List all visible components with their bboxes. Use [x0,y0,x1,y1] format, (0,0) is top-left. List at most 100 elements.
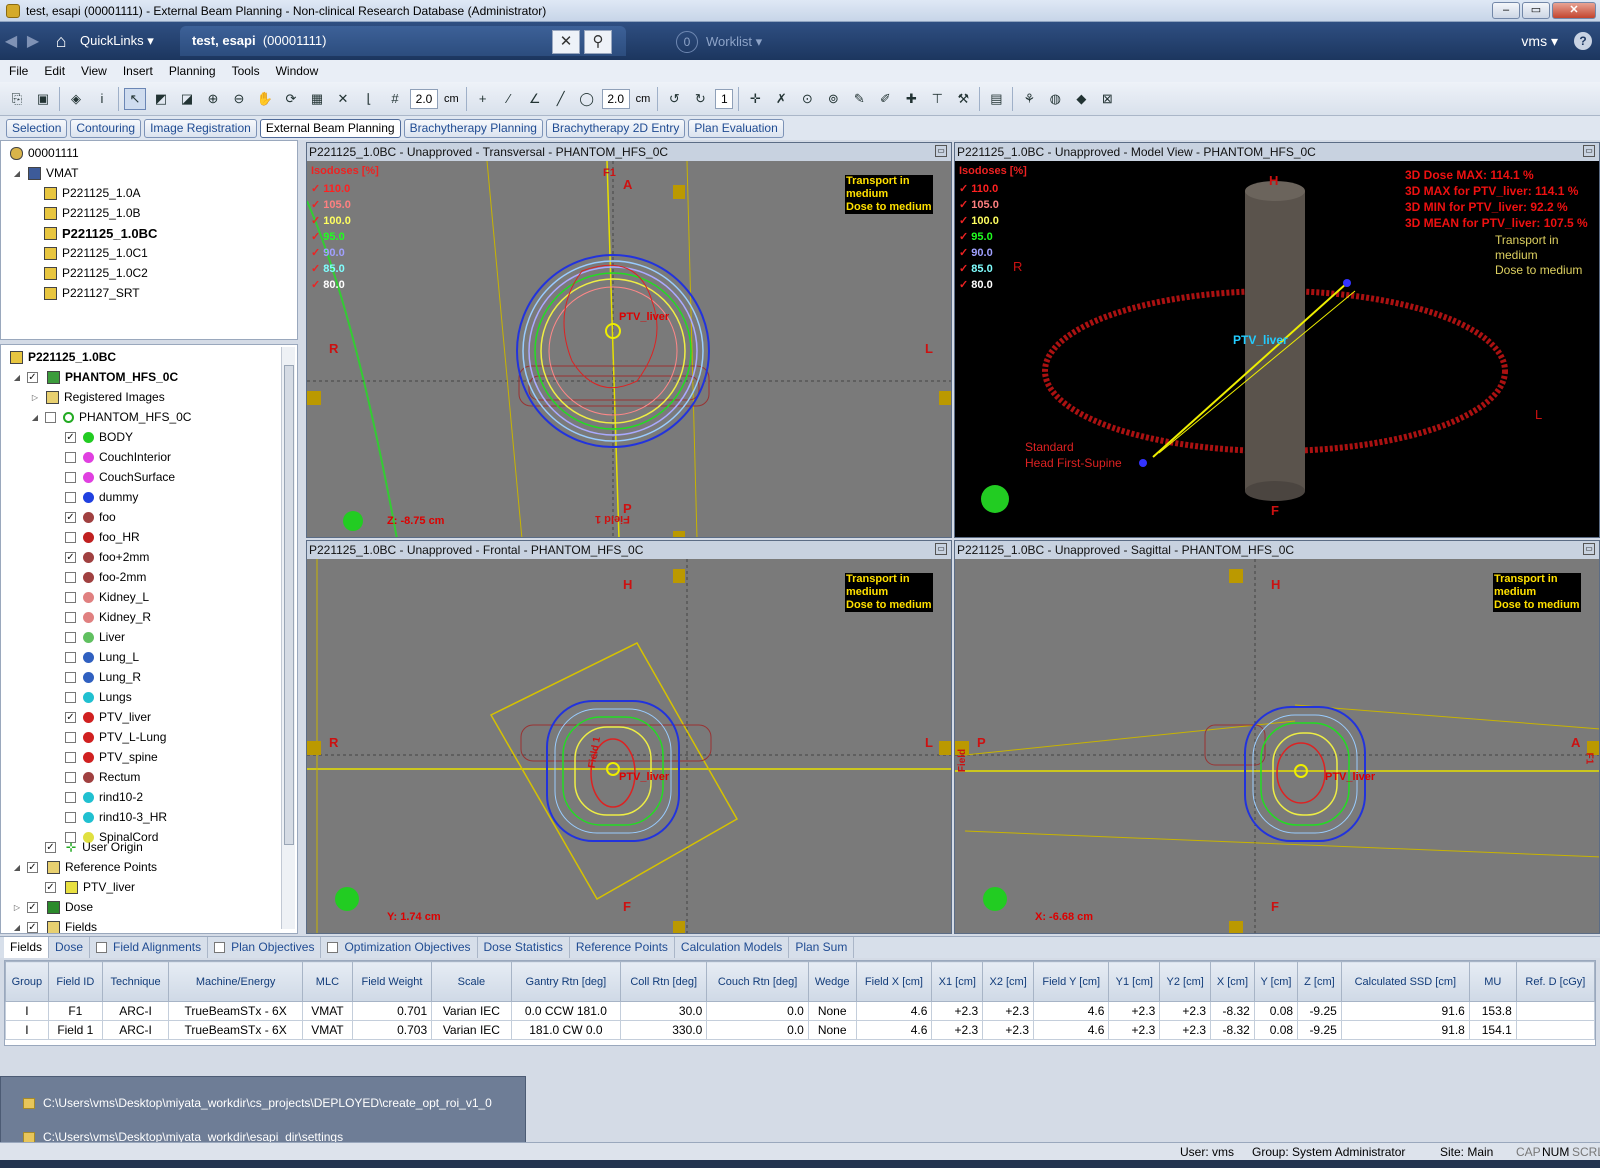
task-contouring[interactable]: Contouring [70,118,142,138]
crosshair-icon[interactable]: ✕ [332,88,354,110]
sagittal-view[interactable]: P221125_1.0BC - Unapproved - Sagittal - … [954,540,1600,934]
maximize-view-icon[interactable]: ▭ [1583,145,1595,157]
structure-checkbox[interactable] [65,451,76,463]
tree-plan-item[interactable]: P221125_1.0B [39,203,141,223]
menu-insert[interactable]: Insert [123,64,153,78]
structure-item[interactable]: ✓ foo+2mm [61,547,149,567]
tab-checkbox[interactable] [214,942,226,953]
structure-set-checkbox[interactable] [45,411,56,423]
quicklinks-menu[interactable]: QuickLinks ▾ [80,33,154,49]
structure-checkbox[interactable] [65,811,76,823]
column-header[interactable]: MLC [302,961,353,1002]
task-plan-evaluation[interactable]: Plan Evaluation [688,118,784,138]
worklist[interactable]: 0 Worklist ▾ [676,31,762,53]
column-header[interactable]: Technique [101,961,170,1002]
structure-item[interactable]: Lung_L [61,647,139,667]
structure-checkbox[interactable] [65,591,76,603]
globe-icon[interactable]: ◍ [1044,88,1066,110]
back-arrow-icon[interactable]: ◀ [0,31,22,51]
task-image-registration[interactable]: Image Registration [144,118,257,138]
structure-item[interactable]: CouchSurface [61,467,175,487]
distance-icon[interactable]: ╱ [550,88,572,110]
field-edit-icon[interactable]: ✎ [848,88,870,110]
tree-course[interactable]: ◢ VMAT [11,163,79,183]
close-window-button[interactable]: ✕ [1552,2,1596,19]
tab-checkbox[interactable] [327,942,339,953]
structure-checkbox[interactable]: ✓ [65,711,76,723]
gantry-icon[interactable]: ⊙ [796,88,818,110]
structure-checkbox[interactable] [65,631,76,643]
column-header[interactable]: Calculated SSD [cm] [1340,961,1470,1002]
column-header[interactable]: Wedge [807,961,857,1002]
grid-size-input[interactable]: 2.0 [410,88,438,109]
angle-icon[interactable]: ∠ [524,88,546,110]
tree-fields[interactable]: ◢ ✓ Fields [11,917,97,933]
patient-tab[interactable]: test, esapi (00001111) ✕ ⚲ [180,26,626,56]
tree-registered-images[interactable]: ▷ Registered Images [29,387,165,407]
forward-arrow-icon[interactable]: ▶ [22,31,44,51]
structure-checkbox[interactable] [65,651,76,663]
dose-checkbox[interactable]: ✓ [27,901,38,913]
tree-plan-item[interactable]: P221125_1.0C2 [39,263,148,283]
structure-checkbox[interactable] [65,731,76,743]
menu-tools[interactable]: Tools [232,64,260,78]
structure-item[interactable]: dummy [61,487,138,507]
recent-path-item[interactable]: C:\Users\vms\Desktop\miyata_workdir\cs_p… [23,1093,492,1113]
column-header[interactable]: Z [cm] [1297,961,1342,1002]
maximize-view-icon[interactable]: ▭ [935,145,947,157]
tab-dose[interactable]: Dose [49,937,91,958]
tree-structure-set[interactable]: ◢ PHANTOM_HFS_0C [29,407,192,427]
transversal-view[interactable]: P221125_1.0BC - Unapproved - Transversal… [306,142,952,538]
column-header[interactable]: Group [5,961,49,1002]
task-external-beam-planning[interactable]: External Beam Planning [259,118,401,138]
structure-item[interactable]: ✓ PTV_liver [61,707,151,727]
measure-line-icon[interactable]: ⁄ [498,88,520,110]
tab-field-alignments[interactable]: Field Alignments [90,937,209,958]
isocenter-icon[interactable]: ✛ [744,88,766,110]
tab-calculation-models[interactable]: Calculation Models [675,937,790,958]
home-icon[interactable]: ⌂ [48,28,74,54]
tree-scrollbar-thumb[interactable] [284,365,294,845]
beam-icon[interactable]: ✗ [770,88,792,110]
structure-item[interactable]: Kidney_L [61,587,149,607]
column-header[interactable]: Machine/Energy [168,961,303,1002]
structure-checkbox[interactable] [65,671,76,683]
column-header[interactable]: Field ID [47,961,103,1002]
structure-item[interactable]: Lung_R [61,667,141,687]
column-header[interactable]: Y2 [cm] [1159,961,1212,1002]
fields-checkbox[interactable]: ✓ [27,921,38,933]
structure-checkbox[interactable] [65,791,76,803]
measure-icon[interactable]: + [472,88,494,110]
structure-item[interactable]: Kidney_R [61,607,151,627]
tree-dose[interactable]: ▷ ✓ Dose [11,897,93,917]
user-menu[interactable]: vms ▾ [1521,33,1558,50]
menu-file[interactable]: File [9,64,28,78]
tree-plan-item-selected[interactable]: P221125_1.0BC [39,223,157,243]
grid-icon[interactable]: # [384,88,406,110]
structure-item[interactable]: rind10-2 [61,787,143,807]
tab-dose-statistics[interactable]: Dose Statistics [478,937,570,958]
structure-checkbox[interactable] [65,611,76,623]
measure-size-input[interactable]: 2.0 [601,88,630,109]
maximize-view-icon[interactable]: ▭ [935,543,947,555]
menu-edit[interactable]: Edit [44,64,65,78]
ref-ptv-checkbox[interactable]: ✓ [45,881,56,893]
ruler-icon[interactable]: ⌊ [358,88,380,110]
structure-checkbox[interactable]: ✓ [65,551,76,563]
column-header[interactable]: Scale [431,961,512,1002]
structure-item[interactable]: Rectum [61,767,140,787]
tab-reference-points[interactable]: Reference Points [570,937,675,958]
minimize-button[interactable]: – [1492,2,1520,19]
structure-item[interactable]: ✓ BODY [61,427,133,447]
tab-optimization-objectives[interactable]: Optimization Objectives [321,937,478,958]
column-header[interactable]: Coll Rtn [deg] [620,961,708,1002]
column-header[interactable]: Ref. D [cGy] [1515,961,1596,1002]
column-header[interactable]: Y [cm] [1253,961,1299,1002]
structure-checkbox[interactable] [65,771,76,783]
structure-item[interactable]: rind10-3_HR [61,807,167,827]
image-checkbox[interactable]: ✓ [27,371,38,383]
structure-checkbox[interactable] [65,531,76,543]
structure-item[interactable]: foo-2mm [61,567,146,587]
properties-icon[interactable]: ◈ [65,88,87,110]
column-header[interactable]: X1 [cm] [931,961,984,1002]
